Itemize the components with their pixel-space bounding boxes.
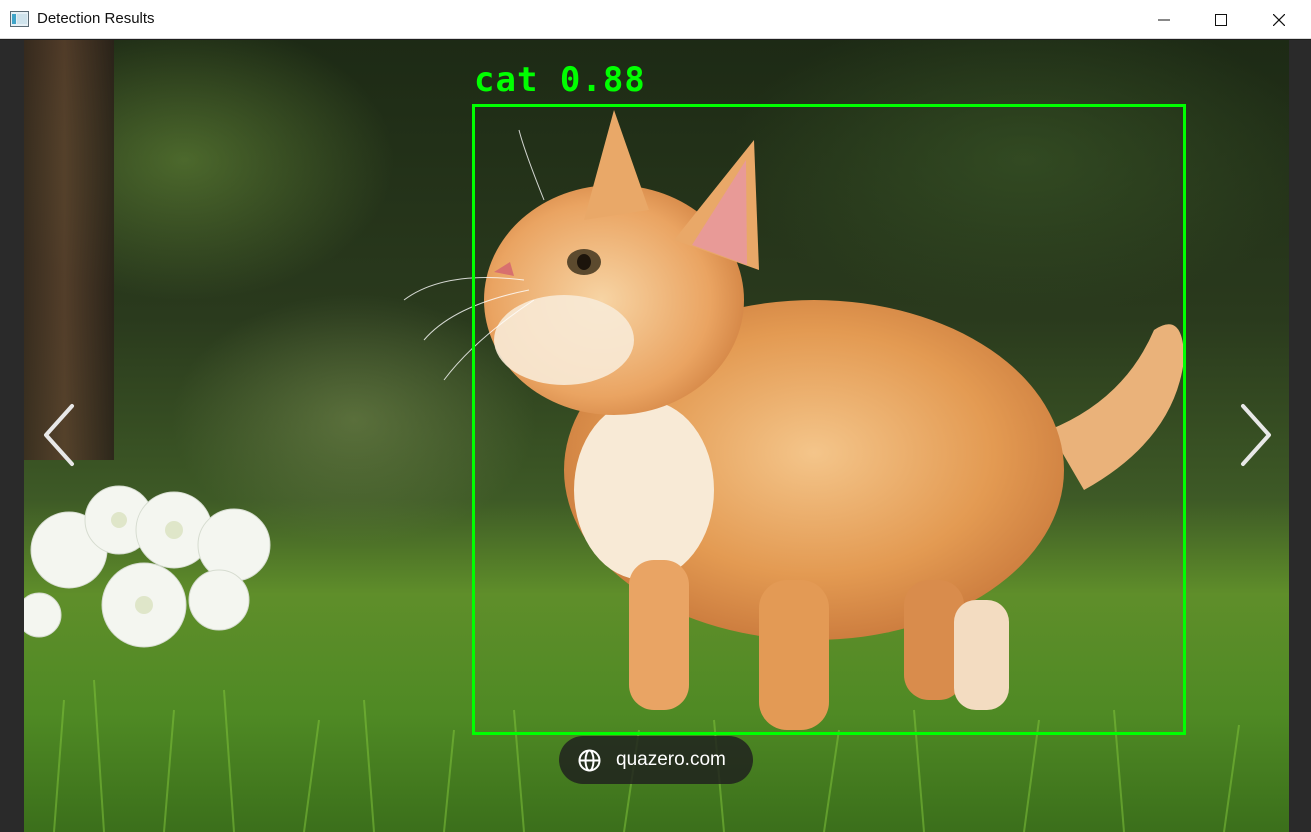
- close-icon: [1273, 13, 1285, 26]
- chevron-right-icon[interactable]: [1235, 400, 1275, 470]
- chevron-left-icon[interactable]: [40, 400, 80, 470]
- watermark-text: quazero.com: [616, 749, 726, 770]
- detection-results-window: Detection Results cat 0.88 quazero.com: [0, 0, 1311, 832]
- title-bar[interactable]: Detection Results: [0, 0, 1311, 39]
- detection-label: cat 0.88: [474, 60, 646, 100]
- globe-icon: [578, 749, 601, 772]
- window-title: Detection Results: [37, 10, 155, 27]
- minimize-icon: [1158, 19, 1170, 20]
- minimize-button[interactable]: [1135, 0, 1193, 39]
- close-button[interactable]: [1250, 0, 1308, 39]
- detection-bounding-box: [472, 104, 1186, 735]
- maximize-icon: [1215, 13, 1227, 26]
- watermark-badge: quazero.com: [559, 736, 753, 784]
- maximize-button[interactable]: [1192, 0, 1250, 39]
- app-window-icon: [10, 11, 29, 27]
- image-viewport: cat 0.88 quazero.com: [0, 40, 1311, 832]
- detection-image: cat 0.88 quazero.com: [24, 40, 1289, 832]
